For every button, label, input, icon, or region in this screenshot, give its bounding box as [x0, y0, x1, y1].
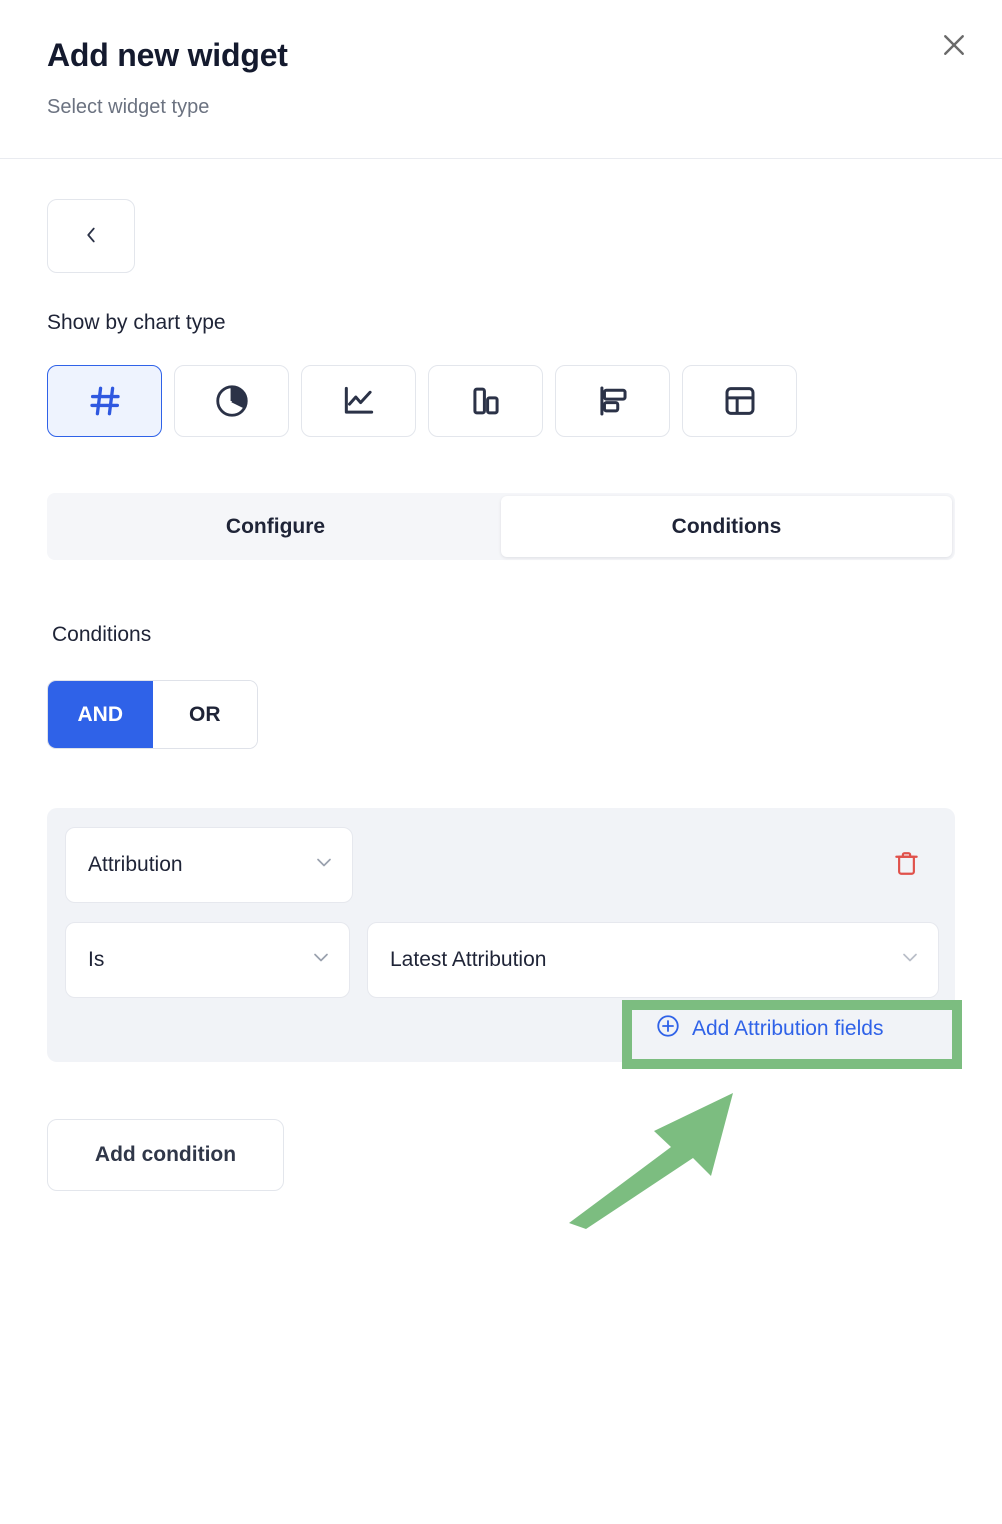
line-chart-icon: [340, 382, 378, 420]
column-chart-icon: [467, 382, 505, 420]
chart-type-number[interactable]: [47, 365, 162, 437]
modal-header: Add new widget Select widget type: [0, 0, 1002, 159]
widget-tabs: Configure Conditions: [47, 493, 955, 560]
chart-type-table[interactable]: [682, 365, 797, 437]
condition-operator-value: Is: [88, 948, 105, 971]
chart-type-pie[interactable]: [174, 365, 289, 437]
logic-option-or[interactable]: OR: [152, 681, 257, 748]
chart-type-column[interactable]: [428, 365, 543, 437]
plus-circle-icon: [655, 1013, 681, 1045]
add-attribution-fields-label: Add Attribution fields: [692, 1017, 884, 1040]
condition-field-select[interactable]: Attribution: [65, 827, 353, 903]
chevron-down-icon: [309, 945, 333, 975]
chevron-down-icon: [312, 850, 336, 880]
table-icon: [721, 382, 759, 420]
chart-type-label: Show by chart type: [47, 311, 226, 334]
page-subtitle: Select widget type: [47, 96, 210, 118]
tab-conditions[interactable]: Conditions: [501, 496, 952, 557]
close-button[interactable]: [932, 23, 976, 67]
tab-configure[interactable]: Configure: [50, 496, 501, 557]
chart-type-line[interactable]: [301, 365, 416, 437]
chart-type-options: [47, 365, 797, 437]
condition-value-select[interactable]: Latest Attribution: [367, 922, 939, 998]
page-title: Add new widget: [47, 37, 288, 73]
chart-type-bar[interactable]: [555, 365, 670, 437]
logic-operator-toggle: AND OR: [47, 680, 258, 749]
trash-icon: [892, 849, 921, 881]
hash-icon: [86, 382, 124, 420]
delete-condition-button[interactable]: [881, 840, 931, 890]
conditions-section-label: Conditions: [52, 623, 152, 646]
chevron-down-icon: [898, 945, 922, 975]
annotation-arrow: [555, 1075, 770, 1230]
condition-value-text: Latest Attribution: [390, 948, 547, 971]
condition-field-value: Attribution: [88, 853, 183, 876]
condition-row-card: Attribution Is Latest Attribution Add At…: [47, 808, 955, 1062]
logic-option-and[interactable]: AND: [48, 681, 153, 748]
condition-operator-select[interactable]: Is: [65, 922, 350, 998]
pie-chart-icon: [213, 382, 251, 420]
back-button[interactable]: [47, 199, 135, 273]
chevron-left-icon: [80, 224, 102, 249]
add-attribution-fields-button[interactable]: Add Attribution fields: [655, 1013, 883, 1045]
add-condition-button[interactable]: Add condition: [47, 1119, 284, 1191]
close-icon: [939, 30, 969, 60]
bar-chart-icon: [594, 382, 632, 420]
